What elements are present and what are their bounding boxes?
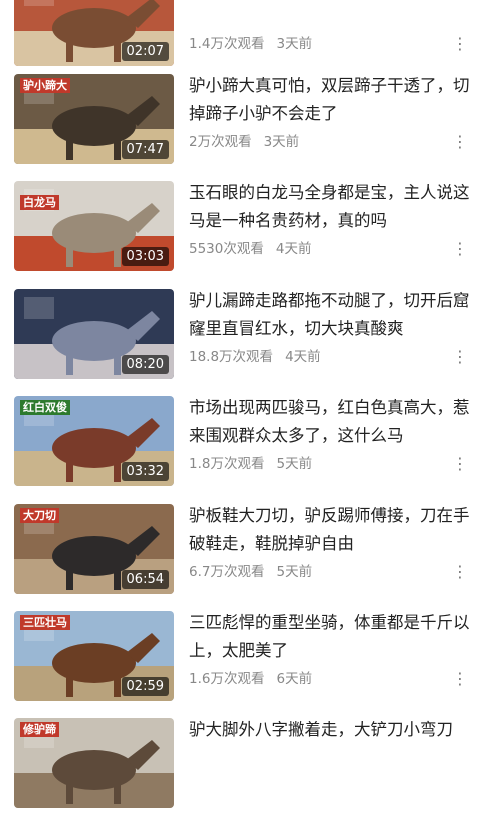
video-item[interactable]: 三匹壮马 02:59 三匹彪悍的重型坐骑，体重都是千斤以上，太肥美了 1.6万次… — [0, 611, 489, 718]
upload-time: 6天前 — [276, 671, 313, 687]
video-duration: 06:54 — [121, 570, 169, 589]
more-options-icon[interactable]: ⋮ — [452, 132, 468, 152]
video-meta: 1.6万次观看 6天前 — [189, 670, 324, 688]
upload-time: 4天前 — [285, 349, 321, 365]
video-title[interactable]: 市场出现两匹骏马，红白色真高大，惹来围观群众太多了，这什么马 — [189, 394, 475, 450]
upload-time: 5天前 — [276, 564, 313, 580]
thumbnail-overlay-text: 大刀切 — [20, 508, 59, 523]
upload-time: 3天前 — [263, 134, 300, 150]
video-title[interactable]: 驴儿漏蹄走路都拖不动腿了，切开后窟窿里直冒红水，切大块真酸爽 — [189, 287, 475, 343]
video-title[interactable]: 驴板鞋大刀切，驴反踢师傅接，刀在手破鞋走，鞋脱掉驴自由 — [189, 502, 475, 558]
upload-time: 4天前 — [275, 241, 312, 257]
more-options-icon[interactable]: ⋮ — [452, 562, 468, 582]
more-options-icon[interactable]: ⋮ — [452, 669, 468, 689]
video-item[interactable]: 红白双俊 03:32 市场出现两匹骏马，红白色真高大，惹来围观群众太多了，这什么… — [0, 396, 489, 503]
video-thumbnail[interactable]: 修驴蹄 — [14, 718, 174, 808]
view-count: 1.4万次观看 — [189, 36, 265, 52]
video-item[interactable]: 修驴蹄 驴大脚外八字撇着走，大铲刀小弯刀 ⋮ — [0, 718, 489, 825]
more-options-icon[interactable]: ⋮ — [452, 454, 468, 474]
video-meta: 2万次观看 3天前 — [189, 133, 311, 151]
view-count: 2万次观看 — [189, 134, 252, 150]
more-options-icon[interactable]: ⋮ — [452, 239, 468, 259]
video-item[interactable]: 08:20 驴儿漏蹄走路都拖不动腿了，切开后窟窿里直冒红水，切大块真酸爽 18.… — [0, 289, 489, 396]
view-count: 1.8万次观看 — [189, 456, 265, 472]
video-thumbnail[interactable]: 三匹壮马 02:59 — [14, 611, 174, 701]
video-title[interactable]: 三匹彪悍的重型坐骑，体重都是千斤以上，太肥美了 — [189, 609, 475, 665]
video-title[interactable]: 驴大脚外八字撇着走，大铲刀小弯刀 — [189, 716, 475, 744]
video-item[interactable]: 大刀切 06:54 驴板鞋大刀切，驴反踢师傅接，刀在手破鞋走，鞋脱掉驴自由 6.… — [0, 504, 489, 611]
video-meta: 6.7万次观看 5天前 — [189, 563, 324, 581]
video-item[interactable]: 驴小蹄大 07:47 驴小蹄大真可怕，双层蹄子干透了，切掉蹄子小驴不会走了 2万… — [0, 74, 489, 181]
upload-time: 3天前 — [276, 36, 313, 52]
view-count: 6.7万次观看 — [189, 564, 265, 580]
video-thumbnail[interactable]: 08:20 — [14, 289, 174, 379]
video-duration: 02:07 — [121, 42, 169, 61]
video-thumbnail[interactable]: 02:07 — [14, 0, 174, 66]
thumbnail-overlay-text: 修驴蹄 — [20, 722, 59, 737]
more-options-icon[interactable]: ⋮ — [452, 347, 468, 367]
view-count: 5530次观看 — [189, 241, 264, 257]
video-item[interactable]: 白龙马 03:03 玉石眼的白龙马全身都是宝，主人说这马是一种名贵药材，真的吗 … — [0, 181, 489, 288]
video-title[interactable]: 行的看出来吗 — [189, 0, 475, 2]
video-duration: 03:32 — [121, 462, 169, 481]
video-meta: 5530次观看 4天前 — [189, 240, 323, 258]
view-count: 1.6万次观看 — [189, 671, 265, 687]
video-meta: 1.4万次观看 3天前 — [189, 35, 324, 53]
video-duration: 02:59 — [121, 677, 169, 696]
video-thumbnail[interactable]: 驴小蹄大 07:47 — [14, 74, 174, 164]
video-title[interactable]: 玉石眼的白龙马全身都是宝，主人说这马是一种名贵药材，真的吗 — [189, 179, 475, 235]
view-count: 18.8万次观看 — [189, 349, 274, 365]
more-options-icon[interactable]: ⋮ — [452, 34, 468, 54]
video-thumbnail[interactable]: 大刀切 06:54 — [14, 504, 174, 594]
video-duration: 03:03 — [121, 247, 169, 266]
upload-time: 5天前 — [276, 456, 313, 472]
thumbnail-overlay-text: 驴小蹄大 — [20, 78, 70, 93]
video-duration: 07:47 — [121, 140, 169, 159]
video-thumbnail[interactable]: 白龙马 03:03 — [14, 181, 174, 271]
video-thumbnail[interactable]: 红白双俊 03:32 — [14, 396, 174, 486]
video-duration: 08:20 — [121, 355, 169, 374]
video-title[interactable]: 驴小蹄大真可怕，双层蹄子干透了，切掉蹄子小驴不会走了 — [189, 72, 475, 128]
video-meta: 18.8万次观看 4天前 — [189, 348, 333, 366]
video-item[interactable]: 02:07 行的看出来吗 1.4万次观看 3天前 ⋮ — [0, 0, 489, 83]
video-meta: 1.8万次观看 5天前 — [189, 455, 324, 473]
thumbnail-overlay-text: 白龙马 — [20, 195, 59, 210]
thumbnail-overlay-text: 三匹壮马 — [20, 615, 70, 630]
thumbnail-overlay-text: 红白双俊 — [20, 400, 70, 415]
